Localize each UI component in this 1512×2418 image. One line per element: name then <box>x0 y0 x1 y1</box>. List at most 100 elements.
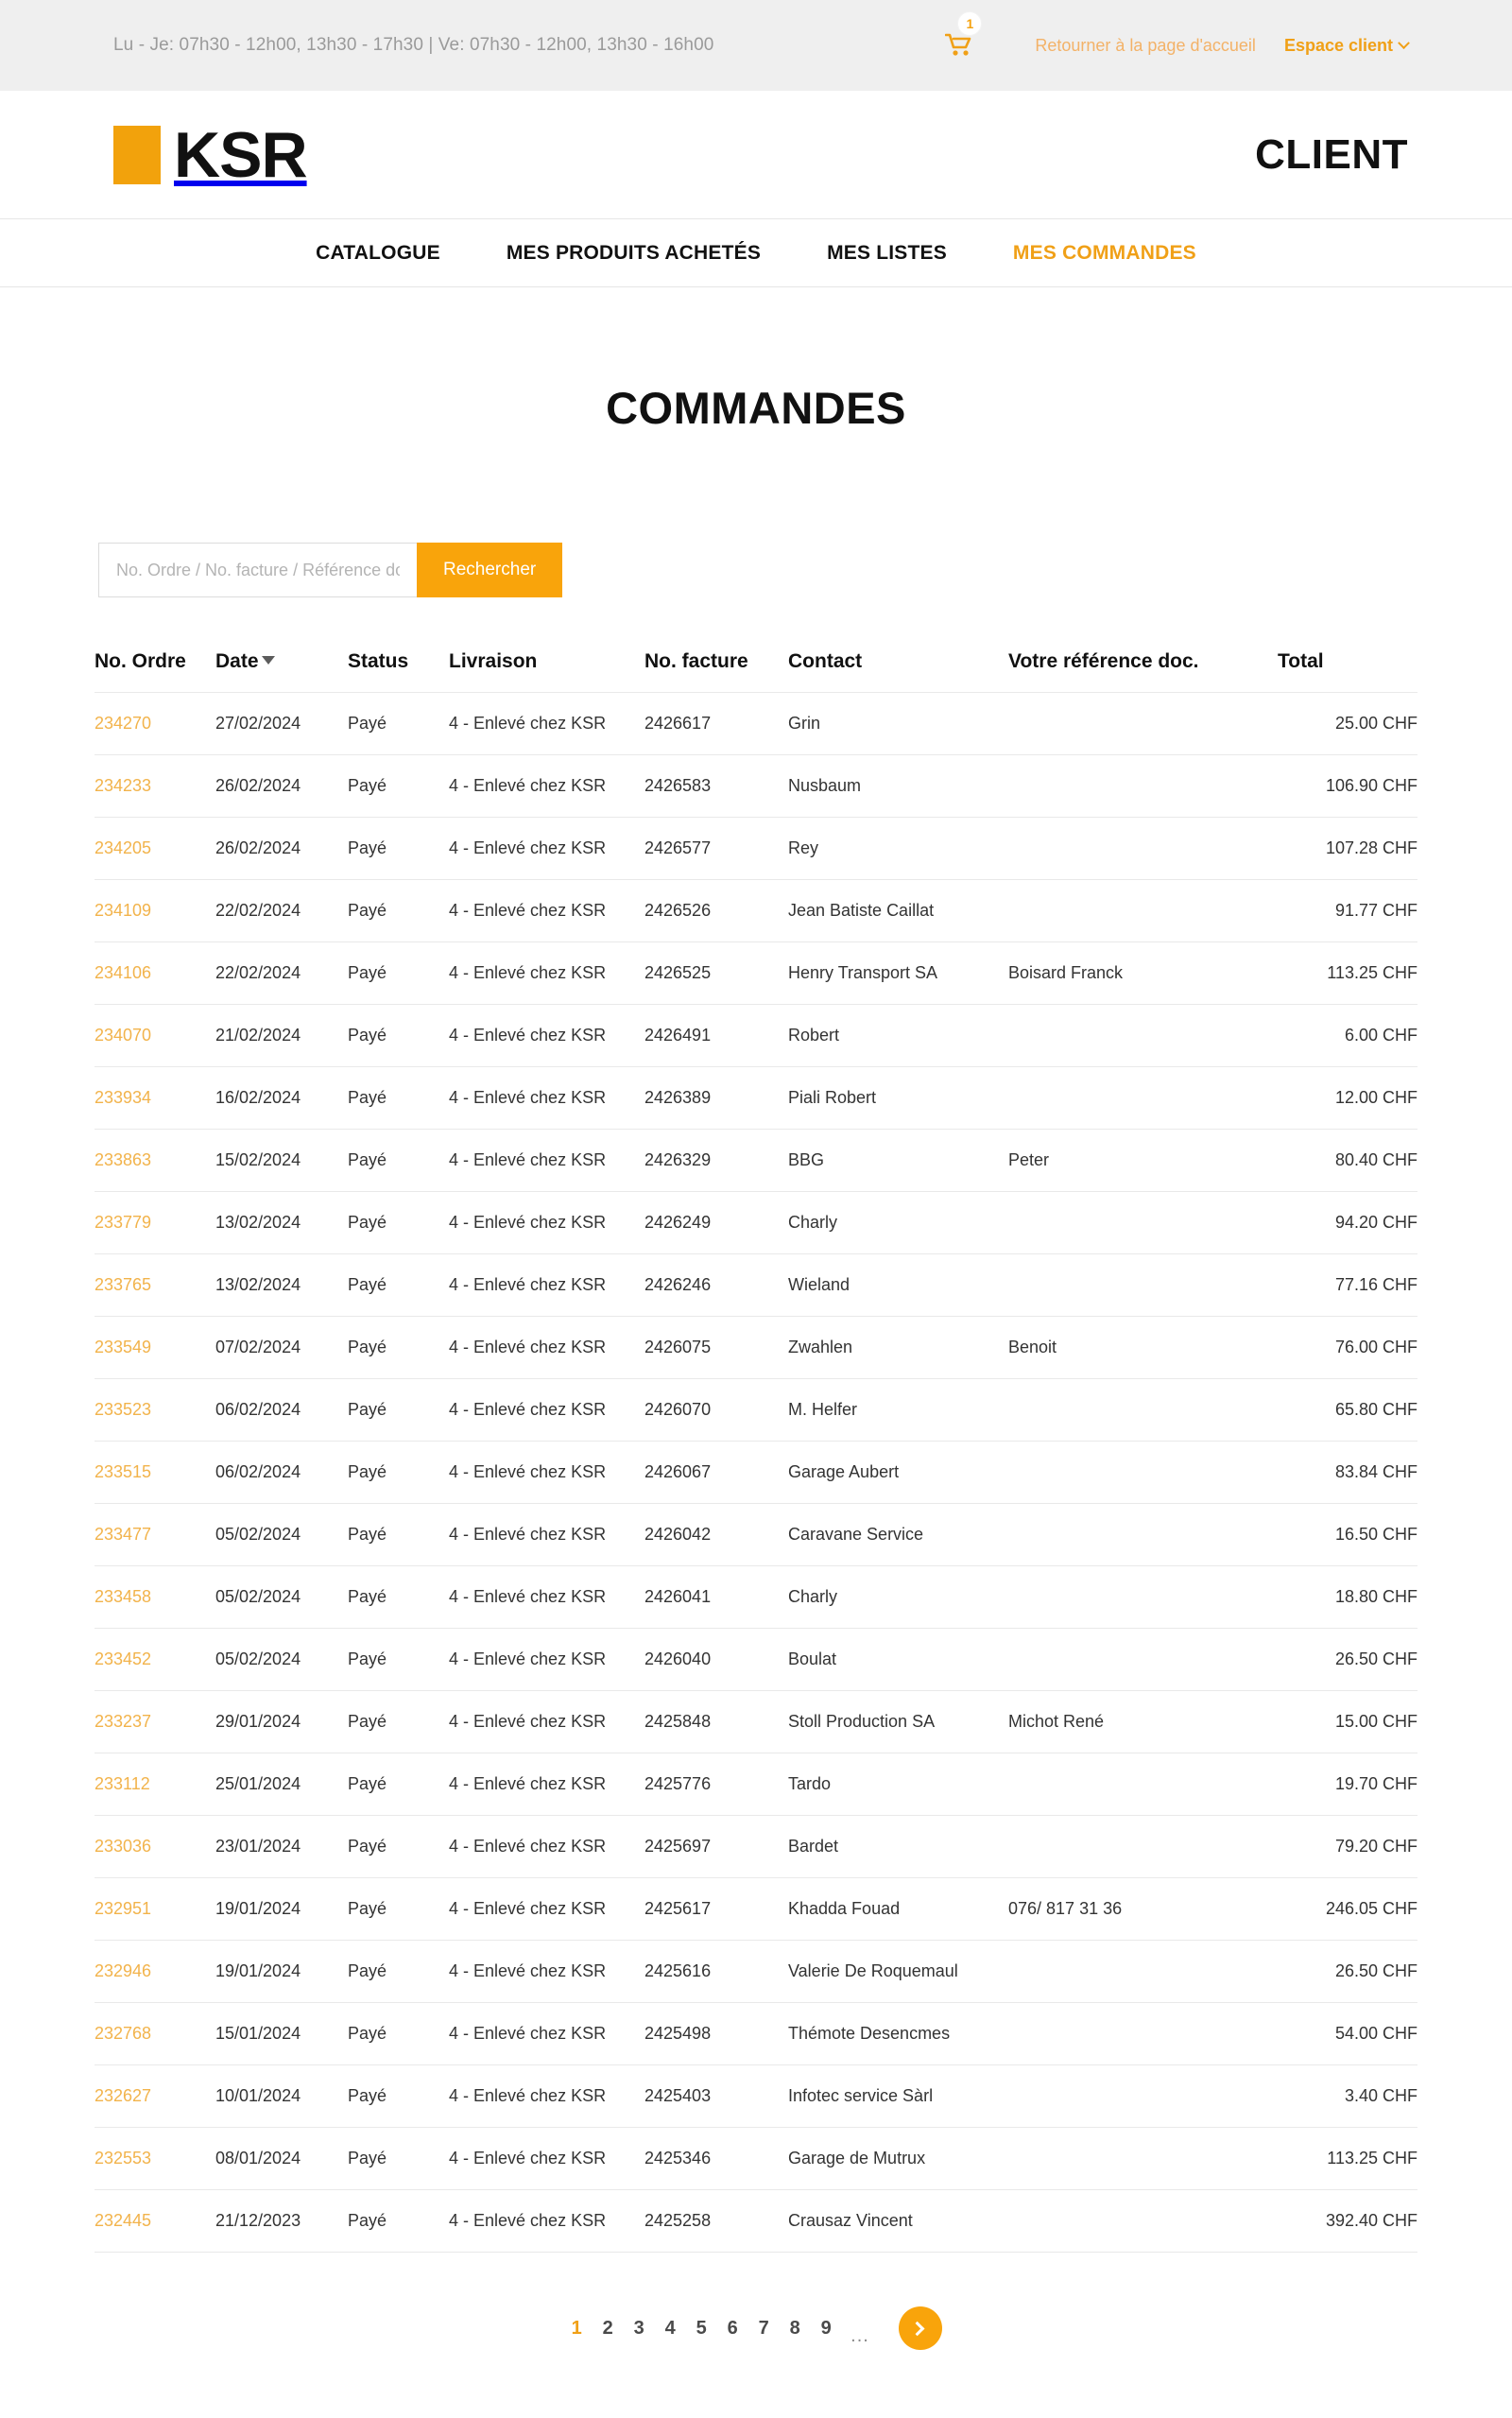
logo-text: KSR <box>174 118 308 191</box>
cell-no-ordre: 233523 <box>94 1378 215 1442</box>
table-row: 234106 22/02/2024 Payé 4 - Enlevé chez KSR 2… <box>94 941 1418 1005</box>
pagination-page-4[interactable]: 4 <box>663 2318 677 2340</box>
cell-livraison: 4 - Enlevé chez KSR <box>449 1690 644 1753</box>
cell-reference <box>1008 1191 1278 1254</box>
pagination-page-6[interactable]: 6 <box>726 2318 739 2340</box>
order-number-link[interactable]: 233779 <box>94 1213 151 1232</box>
cell-total: 83.84 CHF <box>1278 1441 1418 1504</box>
main-navigation: CATALOGUE MES PRODUITS ACHETÉS MES LISTE… <box>0 219 1512 287</box>
column-header-date[interactable]: Date <box>215 650 348 693</box>
cell-no-facture: 2425498 <box>644 2002 788 2065</box>
order-number-link[interactable]: 233765 <box>94 1275 151 1294</box>
cell-total: 16.50 CHF <box>1278 1503 1418 1566</box>
pagination-page-5[interactable]: 5 <box>695 2318 708 2340</box>
cell-no-facture: 2425403 <box>644 2064 788 2128</box>
espace-client-label: Espace client <box>1283 35 1393 55</box>
cell-reference <box>1008 1815 1278 1878</box>
order-number-link[interactable]: 233112 <box>94 1774 150 1793</box>
pagination-next-button[interactable] <box>898 2306 942 2350</box>
cell-livraison: 4 - Enlevé chez KSR <box>449 2064 644 2128</box>
order-number-link[interactable]: 233934 <box>94 1088 151 1107</box>
cell-date: 23/01/2024 <box>215 1815 348 1878</box>
cell-date: 26/02/2024 <box>215 817 348 880</box>
column-header-total: Total <box>1278 650 1324 672</box>
chevron-down-icon <box>1398 36 1410 49</box>
cell-livraison: 4 - Enlevé chez KSR <box>449 1253 644 1317</box>
return-home-link[interactable]: Retourner à la page d'accueil <box>1035 36 1256 56</box>
table-row: 233765 13/02/2024 Payé 4 - Enlevé chez KSR 2… <box>94 1253 1418 1317</box>
cell-livraison: 4 - Enlevé chez KSR <box>449 2189 644 2253</box>
nav-item-mes-commandes[interactable]: MES COMMANDES <box>1013 242 1196 265</box>
cell-no-facture: 2425616 <box>644 1940 788 2003</box>
cart-button[interactable]: 1 <box>938 11 983 64</box>
order-number-link[interactable]: 233452 <box>94 1649 151 1668</box>
cell-no-facture: 2426067 <box>644 1441 788 1504</box>
order-number-link[interactable]: 233237 <box>94 1712 151 1731</box>
column-header-no-ordre[interactable]: No. Ordre <box>94 650 215 693</box>
cell-livraison: 4 - Enlevé chez KSR <box>449 1129 644 1192</box>
cell-no-facture: 2425617 <box>644 1877 788 1941</box>
order-number-link[interactable]: 233523 <box>94 1400 151 1419</box>
nav-item-catalogue[interactable]: CATALOGUE <box>316 242 440 265</box>
cell-reference: Peter <box>1008 1129 1278 1192</box>
pagination-page-2[interactable]: 2 <box>601 2318 614 2340</box>
pagination-page-3[interactable]: 3 <box>632 2318 645 2340</box>
cell-status: Payé <box>348 2189 449 2253</box>
orders-table: No. Ordre Date Status Livraison No. fact… <box>94 650 1418 2253</box>
cell-contact: Henry Transport SA <box>788 941 1008 1005</box>
order-number-link[interactable]: 234109 <box>94 901 151 920</box>
order-number-link[interactable]: 234070 <box>94 1026 151 1045</box>
order-number-link[interactable]: 234270 <box>94 714 151 733</box>
cell-reference <box>1008 2189 1278 2253</box>
cell-date: 15/01/2024 <box>215 2002 348 2065</box>
cell-contact: Tardo <box>788 1753 1008 1816</box>
cell-contact: Garage de Mutrux <box>788 2127 1008 2190</box>
cell-reference <box>1008 1628 1278 1691</box>
column-header-status[interactable]: Status <box>348 650 449 693</box>
cell-livraison: 4 - Enlevé chez KSR <box>449 817 644 880</box>
order-number-link[interactable]: 232627 <box>94 2086 151 2105</box>
cell-no-ordre: 232627 <box>94 2064 215 2128</box>
chevron-right-icon <box>910 2321 925 2336</box>
pagination-page-7[interactable]: 7 <box>757 2318 770 2340</box>
order-number-link[interactable]: 232553 <box>94 2149 151 2168</box>
cell-total: 18.80 CHF <box>1278 1565 1418 1629</box>
order-number-link[interactable]: 234233 <box>94 776 151 795</box>
cell-livraison: 4 - Enlevé chez KSR <box>449 1378 644 1442</box>
cell-livraison: 4 - Enlevé chez KSR <box>449 1753 644 1816</box>
order-number-link[interactable]: 232951 <box>94 1899 151 1918</box>
order-number-link[interactable]: 233458 <box>94 1587 151 1606</box>
cell-contact: Zwahlen <box>788 1316 1008 1379</box>
cell-status: Payé <box>348 1253 449 1317</box>
cell-contact: Rey <box>788 817 1008 880</box>
order-number-link[interactable]: 232445 <box>94 2211 151 2230</box>
order-number-link[interactable]: 233036 <box>94 1837 151 1856</box>
cell-livraison: 4 - Enlevé chez KSR <box>449 1191 644 1254</box>
cell-no-facture: 2425697 <box>644 1815 788 1878</box>
cell-date: 19/01/2024 <box>215 1877 348 1941</box>
nav-item-mes-produits-achetes[interactable]: MES PRODUITS ACHETÉS <box>507 242 761 265</box>
order-number-link[interactable]: 233515 <box>94 1462 151 1481</box>
cell-no-ordre: 233515 <box>94 1441 215 1504</box>
nav-item-mes-listes[interactable]: MES LISTES <box>827 242 947 265</box>
cell-contact: Nusbaum <box>788 754 1008 818</box>
order-number-link[interactable]: 232946 <box>94 1961 151 1980</box>
pagination-page-1[interactable]: 1 <box>570 2318 583 2340</box>
pagination-page-9[interactable]: 9 <box>819 2318 833 2340</box>
column-header-date-label: Date <box>215 650 259 672</box>
order-number-link[interactable]: 233863 <box>94 1150 151 1169</box>
pagination-page-8[interactable]: 8 <box>788 2318 801 2340</box>
espace-client-menu[interactable]: Espace client <box>1283 35 1410 56</box>
order-number-link[interactable]: 234205 <box>94 838 151 857</box>
search-button[interactable]: Rechercher <box>417 543 563 597</box>
search-input[interactable] <box>98 543 417 597</box>
cell-no-facture: 2426070 <box>644 1378 788 1442</box>
order-number-link[interactable]: 233477 <box>94 1525 151 1544</box>
order-number-link[interactable]: 234106 <box>94 963 151 982</box>
cell-livraison: 4 - Enlevé chez KSR <box>449 1316 644 1379</box>
ksr-logo[interactable]: KSR <box>113 118 308 191</box>
order-number-link[interactable]: 232768 <box>94 2024 151 2043</box>
order-number-link[interactable]: 233549 <box>94 1338 151 1356</box>
cell-contact: Khadda Fouad <box>788 1877 1008 1941</box>
cart-count-badge: 1 <box>957 11 983 36</box>
